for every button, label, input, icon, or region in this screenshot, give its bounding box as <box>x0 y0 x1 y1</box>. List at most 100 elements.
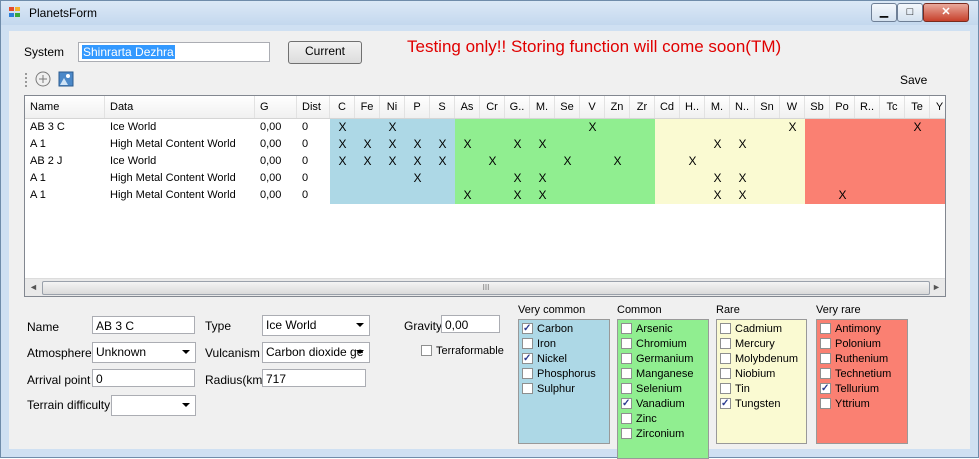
title-bar[interactable]: PlanetsForm ▁ □ ✕ <box>1 1 978 25</box>
grid-column-header[interactable]: G <box>255 96 297 118</box>
grid-column-header[interactable]: Y <box>930 96 945 118</box>
save-button[interactable]: Save <box>900 73 927 87</box>
grid-cell-g[interactable]: 0,00 <box>255 119 297 136</box>
close-button[interactable]: ✕ <box>923 3 969 22</box>
material-checkbox-manganese[interactable]: Manganese <box>621 367 694 382</box>
grid-column-header[interactable]: R.. <box>855 96 880 118</box>
grid-cell-mark[interactable]: X <box>705 187 730 204</box>
scroll-left-arrow-icon[interactable]: ◄ <box>25 279 42 296</box>
scroll-right-arrow-icon[interactable]: ► <box>928 279 945 296</box>
material-checkbox-carbon[interactable]: Carbon <box>522 321 573 337</box>
material-checkbox-tin[interactable]: Tin <box>720 382 750 397</box>
material-checkbox-yttrium[interactable]: Yttrium <box>820 397 870 412</box>
grid-cell-mark[interactable]: X <box>405 153 430 170</box>
gravity-input[interactable]: 0,00 <box>441 315 500 333</box>
grid-cell-mark[interactable]: X <box>405 136 430 153</box>
grid-cell-mark[interactable]: X <box>355 136 380 153</box>
checkbox-box[interactable] <box>621 396 632 411</box>
checkbox-box[interactable] <box>621 383 632 394</box>
checkbox-box[interactable] <box>820 338 831 349</box>
grid-cell-mark[interactable]: X <box>330 136 355 153</box>
grid-cell-mark[interactable]: X <box>705 170 730 187</box>
grid-column-header[interactable]: C <box>330 96 355 118</box>
checkbox-box[interactable] <box>522 351 533 366</box>
checkbox-box[interactable] <box>522 368 533 379</box>
checkbox-box[interactable] <box>720 338 731 349</box>
grid-cell-g[interactable]: 0,00 <box>255 136 297 153</box>
grid-column-header[interactable]: N.. <box>730 96 755 118</box>
terraformable-checkbox-box[interactable] <box>421 345 432 356</box>
grid-column-header[interactable]: M. <box>530 96 555 118</box>
checkbox-box[interactable] <box>820 323 831 334</box>
grid-cell-name[interactable]: A 1 <box>25 170 105 187</box>
grid-cell-mark[interactable]: X <box>405 170 430 187</box>
checkbox-box[interactable] <box>621 413 632 424</box>
material-checkbox-nickel[interactable]: Nickel <box>522 351 567 367</box>
grid-cell-mark[interactable]: X <box>455 187 480 204</box>
planets-grid[interactable]: Name Data G Dist C Fe Ni P S As Cr G.. M. Se V Zn Zr Cd H.… <box>24 95 946 297</box>
grid-cell-data[interactable]: Ice World <box>105 153 255 170</box>
grid-column-header[interactable]: As <box>455 96 480 118</box>
grid-column-header[interactable]: Se <box>555 96 580 118</box>
checkbox-box[interactable] <box>720 353 731 364</box>
material-checkbox-phosphorus[interactable]: Phosphorus <box>522 367 596 382</box>
grid-cell-mark[interactable]: X <box>380 153 405 170</box>
terraformable-checkbox[interactable]: Terraformable <box>421 344 504 359</box>
grid-cell-mark[interactable]: X <box>730 170 755 187</box>
grid-column-header[interactable]: Tc <box>880 96 905 118</box>
grid-cell-mark[interactable]: X <box>530 136 555 153</box>
grid-column-header[interactable]: Data <box>105 96 255 118</box>
grid-column-header[interactable]: Dist <box>297 96 330 118</box>
checkbox-box[interactable] <box>820 353 831 364</box>
material-checkbox-arsenic[interactable]: Arsenic <box>621 322 673 337</box>
material-checkbox-tellurium[interactable]: Tellurium <box>820 381 879 397</box>
checkbox-box[interactable] <box>720 368 731 379</box>
grid-column-header[interactable]: Te <box>905 96 930 118</box>
grid-cell-name[interactable]: A 1 <box>25 187 105 204</box>
material-checkbox-vanadium[interactable]: Vanadium <box>621 396 685 412</box>
grid-column-header[interactable]: Sn <box>755 96 780 118</box>
material-checkbox-niobium[interactable]: Niobium <box>720 367 775 382</box>
grid-cell-mark[interactable]: X <box>480 153 505 170</box>
grid-column-header[interactable]: Sb <box>805 96 830 118</box>
scroll-thumb[interactable]: III <box>42 281 930 295</box>
material-checkbox-iron[interactable]: Iron <box>522 337 556 352</box>
grid-cell-mark[interactable]: X <box>505 136 530 153</box>
arrival-point-input[interactable]: 0 <box>92 369 195 387</box>
checkbox-box[interactable] <box>820 398 831 409</box>
grid-cell-name[interactable]: AB 3 C <box>25 119 105 136</box>
material-checkbox-selenium[interactable]: Selenium <box>621 382 682 397</box>
material-checkbox-cadmium[interactable]: Cadmium <box>720 322 782 337</box>
grid-column-header[interactable]: Zr <box>630 96 655 118</box>
material-checkbox-ruthenium[interactable]: Ruthenium <box>820 352 888 367</box>
grid-column-header[interactable]: Zn <box>605 96 630 118</box>
grid-cell-data[interactable]: High Metal Content World <box>105 170 255 187</box>
grid-cell-mark[interactable]: X <box>505 170 530 187</box>
grid-cell-mark[interactable]: X <box>605 153 630 170</box>
grid-cell-mark[interactable]: X <box>830 187 855 204</box>
grid-column-header[interactable]: Fe <box>355 96 380 118</box>
grid-cell-g[interactable]: 0,00 <box>255 187 297 204</box>
material-checkbox-zirconium[interactable]: Zirconium <box>621 427 684 442</box>
grid-cell-g[interactable]: 0,00 <box>255 153 297 170</box>
grid-column-header[interactable]: H.. <box>680 96 705 118</box>
material-checkbox-germanium[interactable]: Germanium <box>621 352 693 367</box>
maximize-button[interactable]: □ <box>897 3 923 22</box>
add-icon[interactable] <box>35 71 51 87</box>
grid-cell-mark[interactable]: X <box>730 136 755 153</box>
grid-cell-mark[interactable]: X <box>780 119 805 136</box>
grid-cell-dist[interactable]: 0 <box>297 187 330 204</box>
material-checkbox-sulphur[interactable]: Sulphur <box>522 382 575 397</box>
current-button[interactable]: Current <box>288 41 362 64</box>
checkbox-box[interactable] <box>820 368 831 379</box>
grid-cell-mark[interactable]: X <box>730 187 755 204</box>
checkbox-box[interactable] <box>720 396 731 411</box>
grid-column-header[interactable]: G.. <box>505 96 530 118</box>
grid-cell-mark[interactable]: X <box>430 136 455 153</box>
grid-cell-mark[interactable]: X <box>530 170 555 187</box>
material-checkbox-tungsten[interactable]: Tungsten <box>720 396 780 412</box>
grid-column-header[interactable]: Name <box>25 96 105 118</box>
grid-column-header[interactable]: Cd <box>655 96 680 118</box>
grid-cell-dist[interactable]: 0 <box>297 119 330 136</box>
grid-cell-mark[interactable]: X <box>905 119 930 136</box>
